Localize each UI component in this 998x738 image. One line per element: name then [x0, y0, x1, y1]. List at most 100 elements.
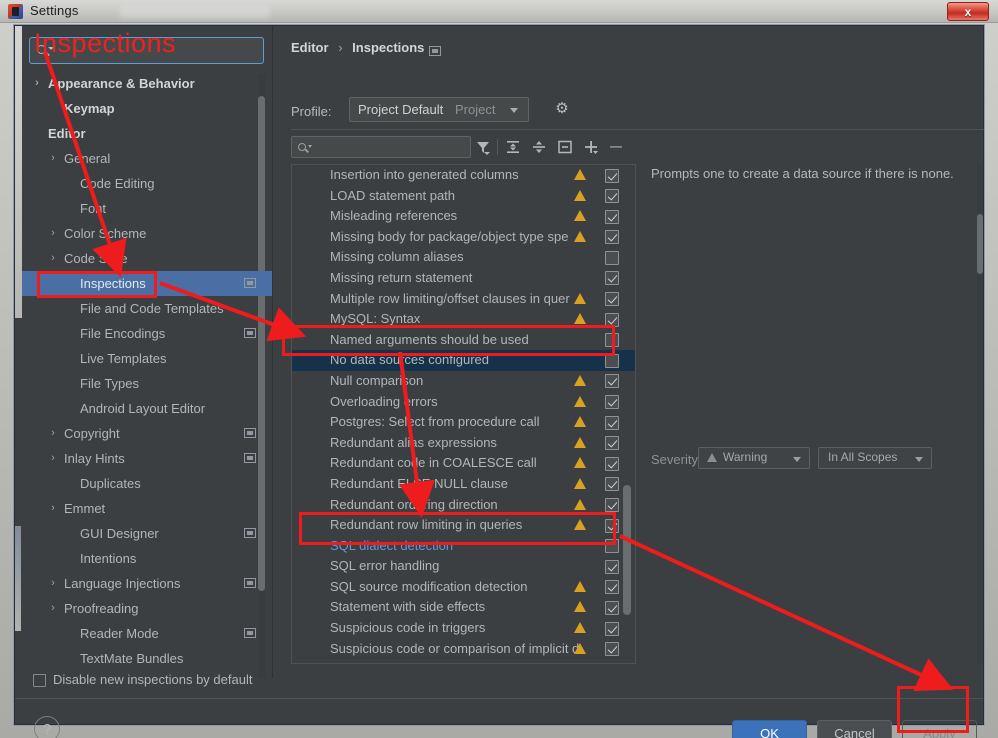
chevron-right-icon[interactable]: ›: [46, 496, 60, 521]
inspection-search-box[interactable]: [291, 136, 471, 158]
inspection-checkbox[interactable]: [605, 539, 619, 553]
gear-icon[interactable]: ⚙: [553, 100, 571, 118]
sidebar-item-code-editing[interactable]: Code Editing: [22, 171, 272, 196]
inspection-checkbox[interactable]: [605, 292, 619, 306]
inspection-checkbox[interactable]: [605, 498, 619, 512]
inspection-checkbox[interactable]: [605, 416, 619, 430]
help-button[interactable]: ?: [34, 716, 60, 738]
sidebar-item-editor[interactable]: ⱟ Editor: [22, 121, 272, 146]
inspection-checkbox[interactable]: [605, 230, 619, 244]
inspection-checkbox[interactable]: [605, 642, 619, 656]
inspection-checkbox[interactable]: [605, 374, 619, 388]
inspection-row[interactable]: Redundant code in COALESCE call: [292, 453, 635, 474]
sidebar-item-live-templates[interactable]: Live Templates: [22, 346, 272, 371]
inspection-row[interactable]: Suspicious code in triggers: [292, 618, 635, 639]
inspection-checkbox[interactable]: [605, 560, 619, 574]
inspection-checkbox[interactable]: [605, 477, 619, 491]
inspection-row[interactable]: Null comparison: [292, 371, 635, 392]
breadcrumb-parent[interactable]: Editor: [291, 40, 329, 55]
sidebar-item-file-encodings[interactable]: File Encodings: [22, 321, 272, 346]
inspection-row[interactable]: LOAD statement path: [292, 186, 635, 207]
detail-scrollbar-thumb[interactable]: [977, 214, 983, 274]
inspection-row[interactable]: Redundant alias expressions: [292, 433, 635, 454]
chevron-right-icon[interactable]: ›: [46, 246, 60, 271]
close-icon[interactable]: x: [947, 2, 989, 21]
sidebar-item-font[interactable]: Font: [22, 196, 272, 221]
inspection-checkbox[interactable]: [605, 601, 619, 615]
severity-dropdown[interactable]: Warning: [698, 447, 810, 469]
sidebar-item-file-and-code-templates[interactable]: File and Code Templates: [22, 296, 272, 321]
sidebar-item-proofreading[interactable]: › Proofreading: [22, 596, 272, 621]
inspection-row[interactable]: Redundant ordering direction: [292, 495, 635, 516]
inspection-checkbox[interactable]: [605, 333, 619, 347]
inspection-row[interactable]: SQL dialect detection: [292, 536, 635, 557]
chevron-right-icon[interactable]: ›: [46, 596, 60, 621]
inspection-row[interactable]: Redundant row limiting in queries: [292, 515, 635, 536]
inspection-row[interactable]: Insertion into generated columns: [292, 165, 635, 186]
sidebar-item-gui-designer[interactable]: GUI Designer: [22, 521, 272, 546]
sidebar-item-emmet[interactable]: › Emmet: [22, 496, 272, 521]
sidebar-item-intentions[interactable]: Intentions: [22, 546, 272, 571]
expand-all-icon[interactable]: [503, 137, 523, 157]
inspection-checkbox[interactable]: [605, 519, 619, 533]
apply-button[interactable]: Apply: [902, 720, 977, 738]
inspection-row[interactable]: No data sources configured: [292, 350, 635, 371]
ok-button[interactable]: OK: [732, 720, 807, 738]
filter-icon[interactable]: [473, 137, 493, 157]
inspection-row[interactable]: MySQL: Syntax: [292, 309, 635, 330]
inspection-checkbox[interactable]: [605, 622, 619, 636]
group-by-icon[interactable]: [555, 137, 575, 157]
chevron-right-icon[interactable]: ›: [46, 421, 60, 446]
inspection-checkbox[interactable]: [605, 169, 619, 183]
sidebar-item-duplicates[interactable]: Duplicates: [22, 471, 272, 496]
inspection-checkbox[interactable]: [605, 271, 619, 285]
inspection-row[interactable]: Named arguments should be used: [292, 330, 635, 351]
sidebar-item-color-scheme[interactable]: › Color Scheme: [22, 221, 272, 246]
inspection-checkbox[interactable]: [605, 189, 619, 203]
cancel-button[interactable]: Cancel: [817, 720, 892, 738]
profile-dropdown[interactable]: Project Default Project: [349, 97, 529, 122]
inspection-checkbox[interactable]: [605, 251, 619, 265]
sidebar-item-inlay-hints[interactable]: › Inlay Hints: [22, 446, 272, 471]
sidebar-item-language-injections[interactable]: › Language Injections: [22, 571, 272, 596]
inspection-row[interactable]: Overloading errors: [292, 392, 635, 413]
chevron-right-icon[interactable]: ›: [46, 146, 60, 171]
sidebar-item-keymap[interactable]: Keymap: [22, 96, 272, 121]
inspection-checkbox[interactable]: [605, 580, 619, 594]
detail-scrollbar-track[interactable]: [977, 164, 983, 664]
inspection-row[interactable]: Postgres: Select from procedure call: [292, 412, 635, 433]
chevron-right-icon[interactable]: ›: [46, 446, 60, 471]
inspection-row[interactable]: Multiple row limiting/offset clauses in …: [292, 289, 635, 310]
sidebar-item-appearance-behavior[interactable]: › Appearance & Behavior: [22, 71, 272, 96]
sidebar-item-inspections[interactable]: Inspections: [22, 271, 272, 296]
inspection-row[interactable]: SQL error handling: [292, 556, 635, 577]
inspections-scrollbar-thumb[interactable]: [623, 485, 631, 615]
collapse-all-icon[interactable]: [529, 137, 549, 157]
inspection-row[interactable]: SQL source modification detection: [292, 577, 635, 598]
inspection-checkbox[interactable]: [605, 395, 619, 409]
inspection-row[interactable]: Statement with side effects: [292, 597, 635, 618]
inspection-row[interactable]: Suspicious code or comparison of implici…: [292, 639, 635, 660]
inspection-row[interactable]: Missing column aliases: [292, 247, 635, 268]
remove-icon[interactable]: [606, 137, 626, 157]
sidebar-item-file-types[interactable]: File Types: [22, 371, 272, 396]
chevron-right-icon[interactable]: ›: [46, 221, 60, 246]
inspection-row[interactable]: Missing body for package/object type spe: [292, 227, 635, 248]
sidebar-item-copyright[interactable]: › Copyright: [22, 421, 272, 446]
disable-new-inspections-checkbox[interactable]: [33, 674, 46, 687]
inspection-checkbox[interactable]: [605, 313, 619, 327]
inspection-checkbox[interactable]: [605, 354, 619, 368]
sidebar-item-general[interactable]: › General: [22, 146, 272, 171]
chevron-right-icon[interactable]: ›: [46, 571, 60, 596]
inspection-row[interactable]: Misleading references: [292, 206, 635, 227]
chevron-down-icon[interactable]: ⱟ: [30, 121, 44, 146]
scope-dropdown[interactable]: In All Scopes: [818, 447, 932, 469]
sidebar-item-code-style[interactable]: › Code Style: [22, 246, 272, 271]
sidebar-item-android-layout-editor[interactable]: Android Layout Editor: [22, 396, 272, 421]
sidebar-item-textmate-bundles[interactable]: TextMate Bundles: [22, 646, 272, 671]
inspection-checkbox[interactable]: [605, 457, 619, 471]
inspection-checkbox[interactable]: [605, 436, 619, 450]
chevron-right-icon[interactable]: ›: [30, 71, 44, 96]
sidebar-item-reader-mode[interactable]: Reader Mode: [22, 621, 272, 646]
inspection-checkbox[interactable]: [605, 210, 619, 224]
